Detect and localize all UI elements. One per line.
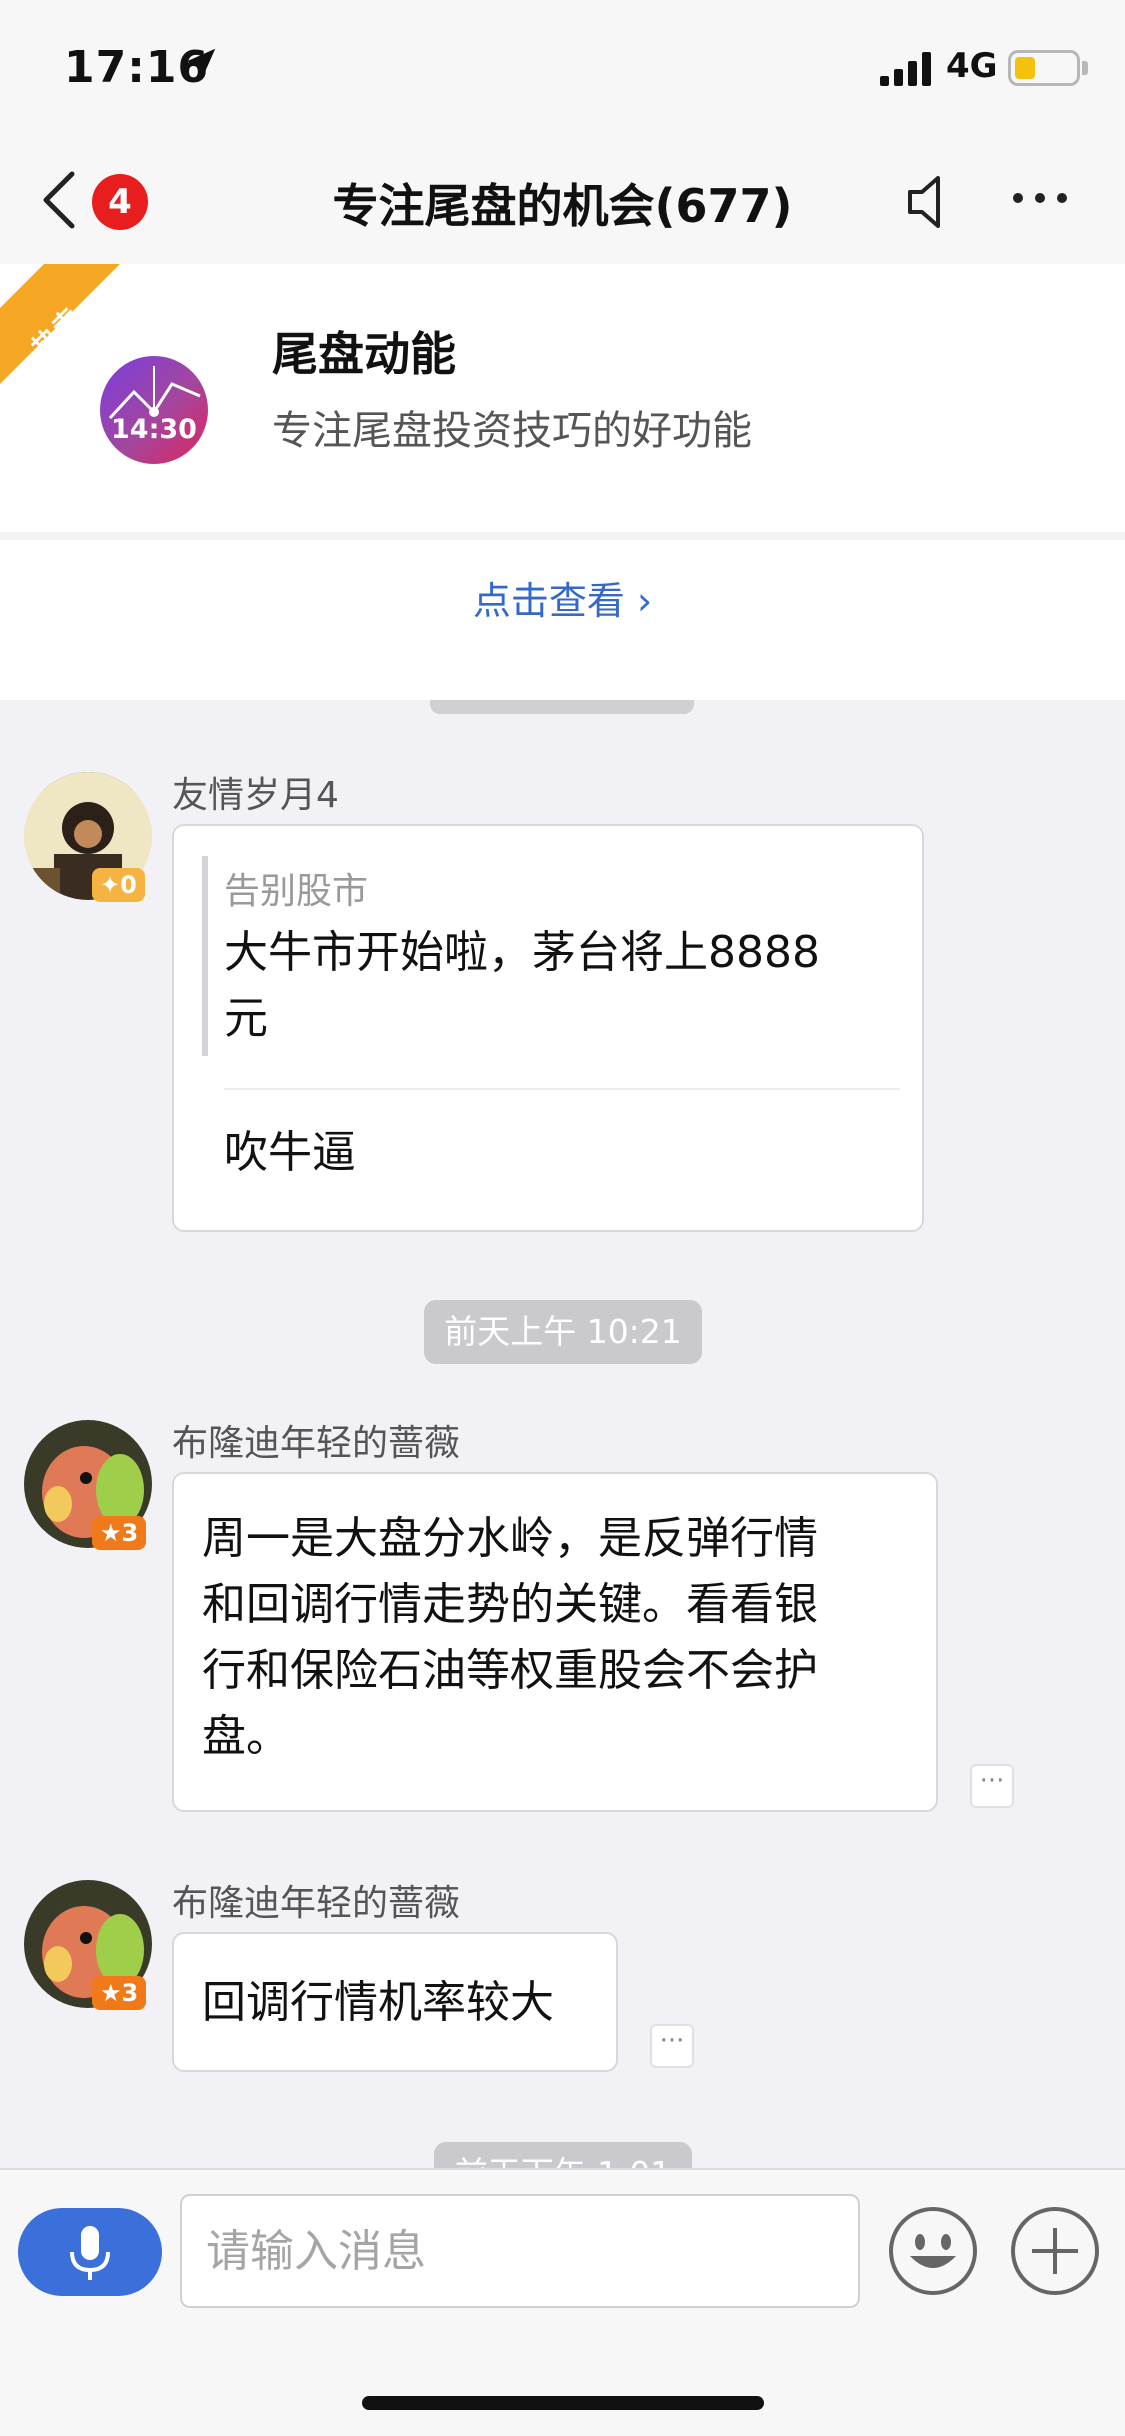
battery-tip [1082,61,1088,75]
message-bubble[interactable]: 周一是大盘分水岭，是反弹行情 和回调行情走势的关键。看看银 行和保险石油等权重股… [172,1472,938,1812]
battery-level [1015,57,1035,79]
home-indicator[interactable] [362,2396,764,2410]
plus-icon[interactable] [1010,2206,1100,2296]
voice-button[interactable] [18,2208,162,2296]
promo-title: 尾盘动能 [272,327,456,381]
timestamp-pill: 前天下午 1:01 [434,2142,692,2168]
status-bar: 17:16 4G [0,0,1125,140]
unread-badge[interactable]: 4 [92,174,148,230]
reply-text: 吹牛逼 [224,1127,356,1178]
promo-divider [0,532,1125,540]
quote-text-line-2: 元 [224,993,268,1044]
quote-text-line-1: 大牛市开始啦，茅台将上8888 [224,927,820,978]
emoji-icon[interactable] [888,2206,978,2296]
home-area [0,2330,1125,2436]
message-line: 盘。 [202,1711,290,1762]
message-text: 回调行情机率较大 [202,1977,554,2028]
input-bar [0,2168,1125,2330]
chart-line-icon [108,366,201,420]
sender-name: 布隆迪年轻的蔷薇 [172,1423,461,1464]
message-line: 和回调行情走势的关键。看看银 [202,1579,818,1630]
message-bubble[interactable]: 回调行情机率较大 [172,1932,618,2072]
more-icon[interactable] [1010,188,1070,208]
user-level-badge: ★3 [92,1516,147,1550]
chat-area[interactable]: ✦0 友情岁月4 告别股市 大牛市开始啦，茅台将上8888 元 吹牛逼 前天上午… [0,700,1125,2168]
message-input[interactable] [180,2194,860,2308]
sender-name: 布隆迪年轻的蔷薇 [172,1883,461,1924]
scroll-indicator [430,700,694,714]
promo-subtitle: 专注尾盘投资技巧的好功能 [272,408,752,454]
nav-bar: 4 专注尾盘的机会(677) [0,140,1125,264]
promo-logo: 14:30 [100,356,208,464]
speaker-icon[interactable] [900,172,950,232]
message-line: 周一是大盘分水岭，是反弹行情 [202,1513,818,1564]
quote-author: 告别股市 [224,871,369,912]
network-type: 4G [946,46,998,86]
promo-action: 点击查看 › [0,540,1125,700]
timestamp-pill: 前天上午 10:21 [424,1300,702,1364]
message-bubble[interactable]: 告别股市 大牛市开始啦，茅台将上8888 元 吹牛逼 [172,824,924,1232]
quote-bar [202,856,208,1056]
microphone-icon [70,2226,110,2280]
message-more-button[interactable]: ··· [970,1764,1014,1808]
view-details-link[interactable]: 点击查看 › [0,570,1125,625]
signal-icon [880,52,931,86]
user-level-badge: ✦0 [92,868,145,902]
battery-icon [1008,50,1080,86]
page-title: 专注尾盘的机会(677) [332,179,793,233]
promo-logo-text: 14:30 [111,414,197,445]
message-line: 行和保险石油等权重股会不会护 [202,1645,818,1696]
message-more-button[interactable]: ··· [650,2024,694,2068]
promo-card[interactable]: 热卖 14:30 尾盘动能 专注尾盘投资技巧的好功能 [0,264,1125,532]
quote-divider [224,1088,900,1090]
user-level-badge: ★3 [92,1976,147,2010]
location-arrow-icon [186,48,216,78]
sender-name: 友情岁月4 [172,775,339,816]
chevron-left-icon[interactable] [40,170,80,230]
